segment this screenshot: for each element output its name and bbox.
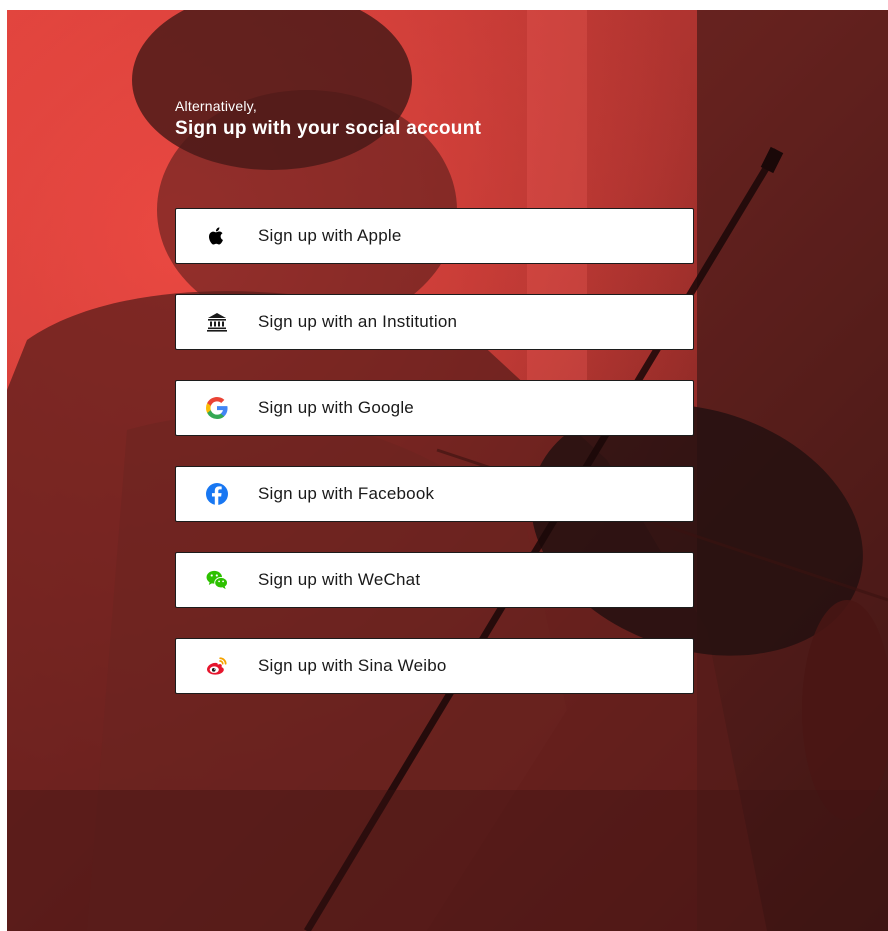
signup-apple-label: Sign up with Apple: [258, 226, 402, 245]
signup-facebook-button[interactable]: Sign up with Facebook: [175, 466, 694, 522]
weibo-icon: [206, 655, 228, 677]
signup-background-panel: Alternatively, Sign up with your social …: [7, 10, 888, 931]
google-icon: [206, 397, 228, 419]
signup-weibo-button[interactable]: Sign up with Sina Weibo: [175, 638, 694, 694]
signup-apple-button[interactable]: Sign up with Apple: [175, 208, 694, 264]
wechat-icon: [206, 569, 228, 591]
signup-google-button[interactable]: Sign up with Google: [175, 380, 694, 436]
intro-subtitle: Alternatively,: [175, 98, 257, 114]
signup-wechat-button[interactable]: Sign up with WeChat: [175, 552, 694, 608]
signup-institution-button[interactable]: Sign up with an Institution: [175, 294, 694, 350]
signup-facebook-label: Sign up with Facebook: [258, 484, 435, 503]
signup-weibo-label: Sign up with Sina Weibo: [258, 656, 447, 675]
signup-intro: Alternatively, Sign up with your social …: [175, 98, 481, 141]
signup-google-label: Sign up with Google: [258, 398, 414, 417]
social-signup-list: Sign up with Apple Sign up with an Insti…: [175, 208, 694, 724]
signup-wechat-label: Sign up with WeChat: [258, 570, 421, 589]
facebook-icon: [206, 483, 228, 505]
intro-heading: Sign up with your social account: [175, 118, 482, 139]
institution-icon: [206, 311, 228, 333]
signup-institution-label: Sign up with an Institution: [258, 312, 458, 331]
apple-icon: [206, 225, 228, 247]
